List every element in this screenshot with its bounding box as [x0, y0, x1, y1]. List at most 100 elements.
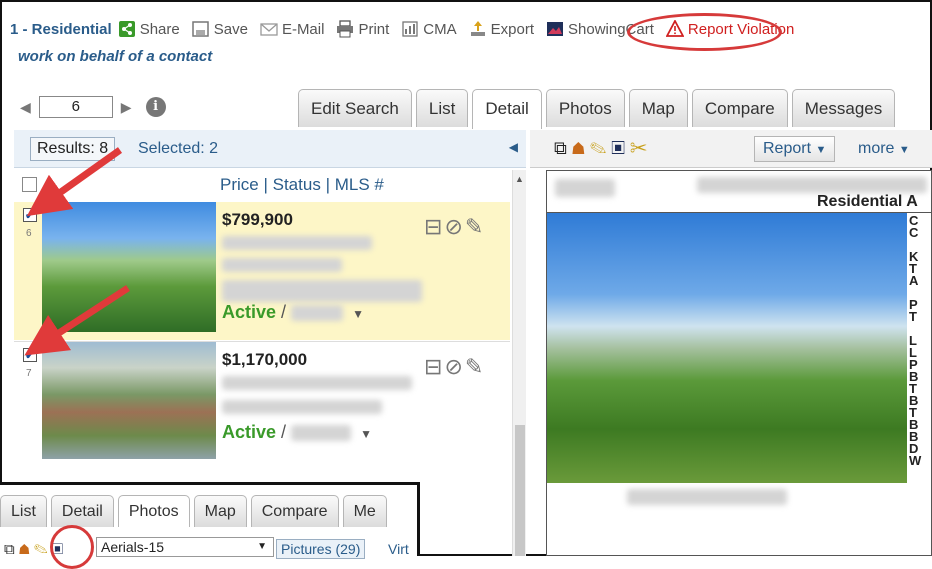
showing-cart-icon[interactable]: ▣: [611, 138, 625, 158]
redacted-header: [697, 177, 927, 193]
table-row[interactable]: ✔ 6 $799,900 ⊟⊘✎ Active / ▼: [14, 202, 510, 340]
save-button[interactable]: Save: [191, 20, 248, 38]
export-icon: [470, 21, 485, 36]
listing-price: $1,170,000: [222, 350, 308, 369]
row-checkbox[interactable]: ✔: [23, 348, 37, 362]
tab-photos[interactable]: Photos: [545, 89, 625, 127]
tab-compare[interactable]: Compare: [691, 89, 788, 127]
redacted-address: [222, 258, 342, 272]
export-button[interactable]: Export: [469, 20, 534, 38]
cma-button[interactable]: CMA: [401, 20, 457, 38]
inset-tab-photos[interactable]: Photos: [117, 495, 190, 527]
chevron-down-icon[interactable]: ▼: [360, 427, 372, 441]
redacted-mls: [291, 305, 344, 322]
listing-status[interactable]: Active / ▼: [222, 302, 364, 323]
inset-tab-list[interactable]: List: [0, 495, 47, 527]
tab-map[interactable]: Map: [628, 89, 688, 127]
row-checkbox[interactable]: ✔: [23, 208, 37, 222]
next-page-icon[interactable]: ▶: [121, 99, 132, 116]
prev-page-icon[interactable]: ◀: [20, 99, 31, 116]
inset-tab-detail[interactable]: Detail: [50, 495, 114, 527]
redacted-header: [555, 179, 615, 197]
redacted-address: [222, 376, 412, 390]
popout-icon[interactable]: ⧉: [4, 541, 15, 558]
tab-messages[interactable]: Messages: [791, 89, 896, 127]
contact-icon[interactable]: ☗: [572, 138, 585, 158]
row-number: 7: [26, 368, 32, 379]
briefcase-icon[interactable]: ⊟: [424, 354, 444, 379]
briefcase-icon[interactable]: ⊟: [424, 214, 444, 239]
chevron-down-icon[interactable]: ▼: [352, 307, 364, 321]
share-button[interactable]: Share: [118, 20, 180, 38]
tab-edit-search[interactable]: Edit Search: [298, 89, 412, 127]
inset-tab-messages[interactable]: Me: [342, 495, 387, 527]
photo-category-select[interactable]: Aerials-15 ▼: [96, 537, 274, 557]
contact-icon[interactable]: ☗: [19, 541, 30, 558]
note-icon[interactable]: ✎: [465, 214, 485, 239]
inset-tabs: List Detail Photos Map Compare Me: [0, 495, 391, 527]
share-icon: [118, 21, 135, 37]
save-label: Save: [213, 20, 248, 38]
sort-mls[interactable]: MLS #: [335, 175, 384, 194]
sort-status[interactable]: Status: [273, 175, 321, 194]
main-listing-photo[interactable]: [547, 213, 907, 483]
redacted-caption: [627, 489, 787, 505]
page-title: 1 - Residential: [10, 20, 112, 38]
hide-icon[interactable]: ⊘: [444, 214, 464, 239]
sort-price[interactable]: Price: [220, 175, 259, 194]
note-icon[interactable]: ✎: [465, 354, 485, 379]
popout-icon[interactable]: ⧉: [554, 138, 567, 158]
tools-icon[interactable]: ✂: [630, 138, 647, 158]
report-header: Residential A: [547, 171, 932, 213]
redacted-address: [222, 400, 382, 414]
report-panel: Residential A C C K T A P T L L P B T B …: [546, 170, 932, 556]
results-bar: Results: 8 Selected: 2 ◀: [14, 130, 526, 168]
detail-toolbar: ⧉ ☗ ✎ ▣ ✂ Report ▼ more ▼: [530, 130, 932, 168]
listing-photo[interactable]: [42, 342, 216, 459]
column-headers: Price | Status | MLS #: [220, 175, 384, 195]
row-action-icons[interactable]: ⊟⊘✎: [424, 214, 485, 240]
pictures-button[interactable]: Pictures (29): [276, 539, 366, 559]
virtual-tour-link[interactable]: Virt: [388, 541, 409, 557]
listing-price: $799,900: [222, 210, 293, 229]
pager: ◀ 6 ▶ i: [20, 96, 166, 118]
hide-icon[interactable]: ⊘: [444, 354, 464, 379]
table-row[interactable]: ✔ 7 $1,170,000 ⊟⊘✎ Active / ▼: [14, 341, 510, 459]
inset-tab-map[interactable]: Map: [193, 495, 247, 527]
edit-icon[interactable]: ✎: [34, 541, 48, 558]
scroll-up-icon[interactable]: ▲: [515, 174, 524, 184]
info-icon[interactable]: i: [145, 97, 166, 117]
list-scrollbar[interactable]: ▲: [512, 170, 526, 556]
more-dropdown[interactable]: more ▼: [858, 140, 910, 158]
work-on-behalf-link[interactable]: work on behalf of a contact: [18, 48, 212, 65]
print-button[interactable]: Print: [336, 20, 389, 38]
annotation-circle: [50, 525, 94, 569]
redacted-address: [222, 280, 422, 302]
status-text: Active: [222, 422, 277, 442]
email-icon: [260, 23, 278, 36]
select-all-checkbox[interactable]: [22, 177, 37, 192]
report-label: Report: [763, 140, 812, 157]
annotation-ellipse: [627, 13, 782, 51]
redacted-address: [222, 236, 372, 250]
tab-list[interactable]: List: [415, 89, 469, 127]
scroll-thumb[interactable]: [515, 425, 525, 556]
status-separator: /: [281, 302, 287, 322]
share-label: Share: [139, 20, 180, 38]
view-tabs: Edit Search List Detail Photos Map Compa…: [298, 89, 899, 129]
listing-status[interactable]: Active / ▼: [222, 422, 372, 443]
email-button[interactable]: E-Mail: [260, 20, 324, 38]
row-action-icons[interactable]: ⊟⊘✎: [424, 354, 485, 380]
listing-photo[interactable]: [42, 202, 216, 332]
edit-icon[interactable]: ✎: [590, 138, 606, 158]
page-number-input[interactable]: 6: [38, 96, 113, 118]
cma-label: CMA: [423, 20, 457, 38]
chevron-down-icon: ▼: [898, 144, 910, 156]
report-field-labels: C C K T A P T L L P B T B T B B D W: [909, 213, 922, 468]
inset-tab-compare[interactable]: Compare: [250, 495, 339, 527]
tab-detail[interactable]: Detail: [472, 89, 542, 129]
results-button[interactable]: Results: 8: [30, 137, 116, 161]
selected-count[interactable]: Selected: 2: [138, 140, 218, 158]
report-dropdown[interactable]: Report ▼: [754, 136, 836, 162]
collapse-icon[interactable]: ◀: [509, 140, 518, 154]
